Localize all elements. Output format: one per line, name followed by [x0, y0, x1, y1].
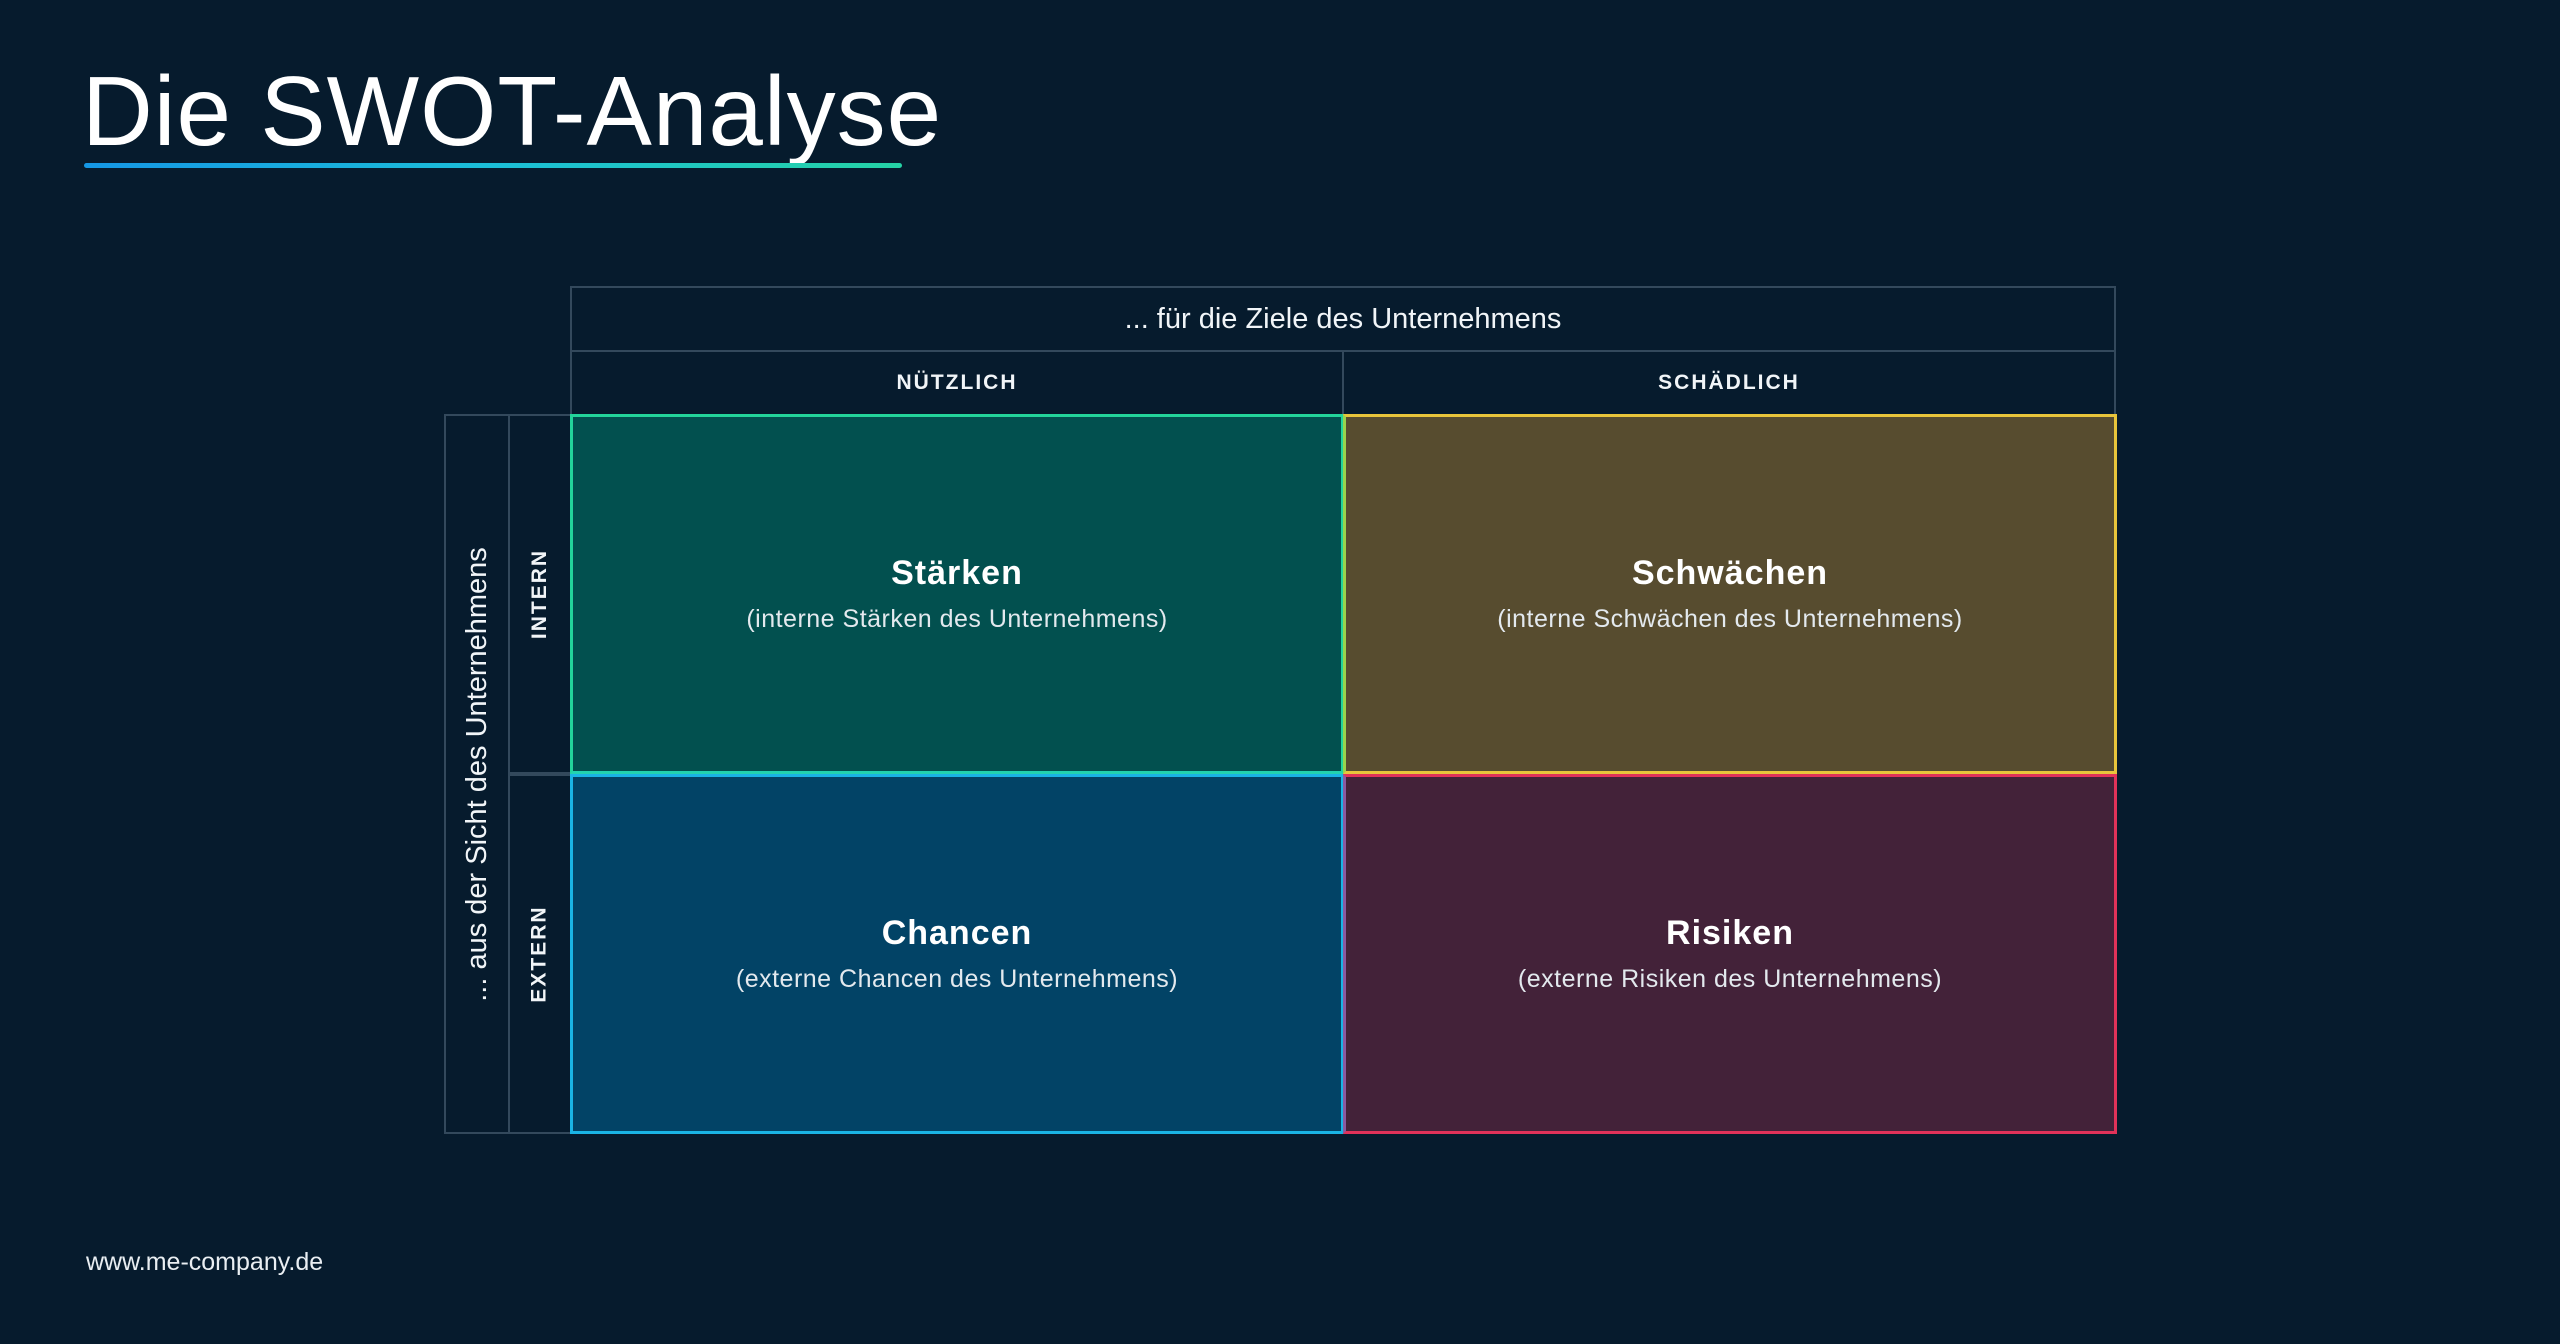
- page-title: Die SWOT-Analyse: [82, 56, 943, 166]
- side-header-label: ... aus der Sicht des Unternehmens: [460, 546, 493, 1002]
- weaknesses-title: Schwächen: [1631, 554, 1829, 592]
- strengths-subtitle: (interne Stärken des Unternehmens): [746, 605, 1168, 633]
- threats-title: Risiken: [1666, 914, 1794, 952]
- row-header-intern-label: INTERN: [528, 548, 552, 640]
- weaknesses-subtitle: (interne Schwächen des Unternehmens): [1497, 605, 1963, 633]
- row-header-extern: EXTERN: [508, 774, 572, 1134]
- column-header-useful-label: NÜTZLICH: [896, 371, 1018, 394]
- title-underline: [84, 163, 902, 168]
- column-header-harmful-label: SCHÄDLICH: [1658, 371, 1800, 394]
- header-goals: ... für die Ziele des Unternehmens: [570, 286, 2116, 352]
- side-header: ... aus der Sicht des Unternehmens: [444, 414, 510, 1134]
- quadrant-opportunities: Chancen (externe Chancen des Unternehmen…: [570, 774, 1344, 1134]
- opportunities-subtitle: (externe Chancen des Unternehmens): [735, 965, 1179, 993]
- row-header-extern-label: EXTERN: [528, 905, 551, 1003]
- threats-subtitle: (externe Risiken des Unternehmens): [1517, 965, 1943, 993]
- quadrant-weaknesses: Schwächen (interne Schwächen des Unterne…: [1343, 414, 2117, 774]
- column-header-harmful: SCHÄDLICH: [1342, 350, 2116, 416]
- quadrant-strengths: Stärken (interne Stärken des Unternehmen…: [570, 414, 1344, 774]
- footer-url: www.me-company.de: [86, 1248, 324, 1276]
- header-goals-label: ... für die Ziele des Unternehmens: [1124, 302, 1562, 335]
- opportunities-title: Chancen: [881, 914, 1033, 952]
- column-header-useful: NÜTZLICH: [570, 350, 1344, 416]
- row-header-intern: INTERN: [508, 414, 572, 774]
- strengths-title: Stärken: [891, 554, 1023, 592]
- quadrant-threats: Risiken (externe Risiken des Unternehmen…: [1343, 774, 2117, 1134]
